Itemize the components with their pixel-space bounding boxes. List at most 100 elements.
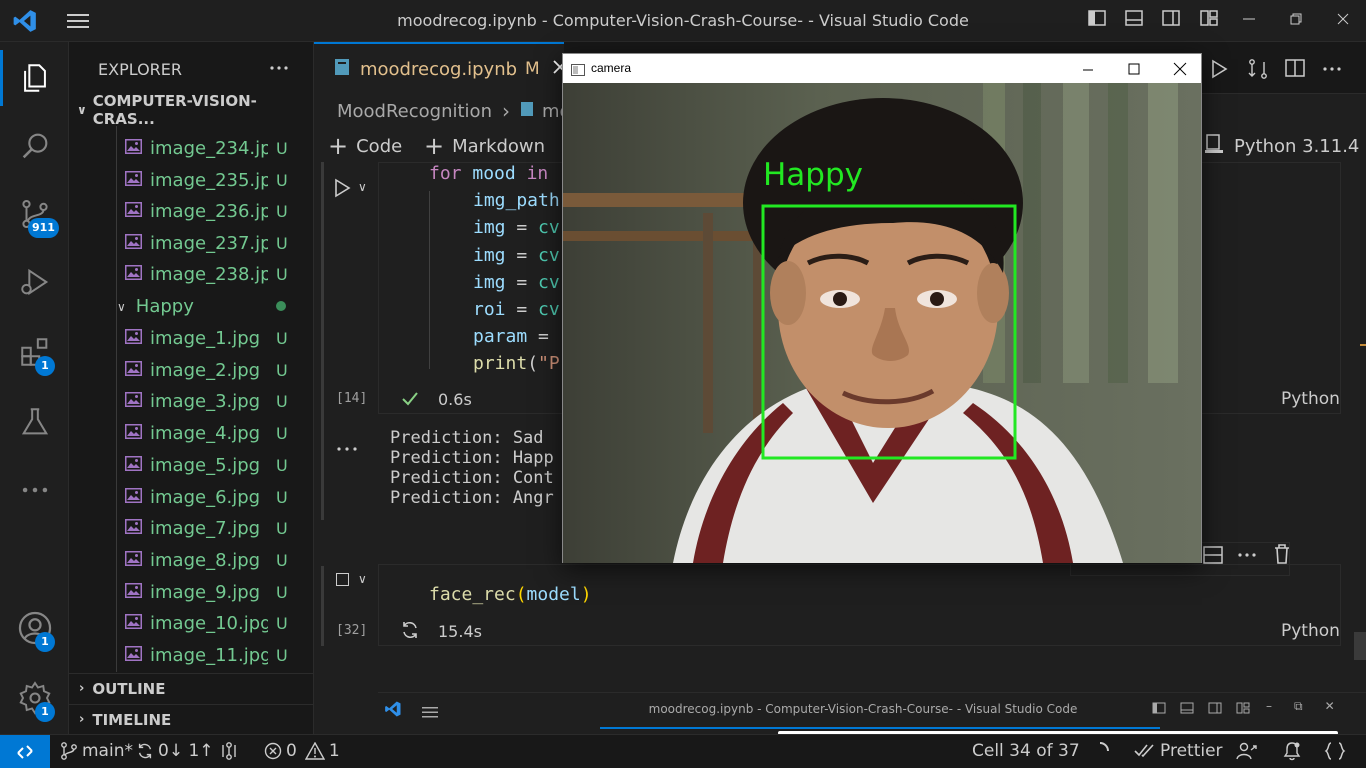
- status-bar: main* 0↓ 1↑ 0 1 Cell 34 of 37 Prettier: [0, 734, 1366, 768]
- image-file-icon: [125, 201, 142, 222]
- file-item[interactable]: image_238.jpg U: [69, 259, 313, 290]
- camera-title-bar[interactable]: camera: [563, 54, 1201, 83]
- image-file-icon: [125, 233, 142, 254]
- file-item[interactable]: image_8.jpg U: [69, 545, 313, 576]
- file-item[interactable]: image_4.jpg U: [69, 418, 313, 449]
- source-control-icon[interactable]: 911: [0, 186, 69, 242]
- camera-window[interactable]: camera Happy: [562, 53, 1202, 563]
- scrollbar-thumb[interactable]: [1354, 632, 1366, 660]
- toggle-panel-icon[interactable]: [1121, 8, 1147, 34]
- branch-indicator[interactable]: main*: [60, 741, 133, 761]
- add-code-button[interactable]: + Code: [328, 132, 402, 160]
- file-item[interactable]: image_3.jpg U: [69, 386, 313, 417]
- file-item[interactable]: image_9.jpg U: [69, 577, 313, 608]
- running-sync-icon: [400, 620, 420, 644]
- file-status: U: [276, 614, 288, 634]
- testing-icon[interactable]: [0, 394, 69, 450]
- toggle-secondary-sidebar-icon[interactable]: [1158, 8, 1184, 34]
- cell-language[interactable]: Python: [1281, 389, 1340, 409]
- outline-section[interactable]: › OUTLINE: [69, 673, 313, 703]
- camera-maximize-icon[interactable]: [1127, 61, 1141, 80]
- code-line: print("P: [473, 353, 560, 374]
- cell-language[interactable]: Python: [1281, 621, 1340, 641]
- file-item[interactable]: image_6.jpg U: [69, 482, 313, 513]
- live-share-icon[interactable]: [1236, 741, 1258, 761]
- remote-icon: [17, 745, 33, 759]
- chevron-down-icon[interactable]: ∨: [358, 572, 367, 586]
- timeline-section[interactable]: › TIMELINE: [69, 704, 313, 734]
- explorer-more-icon[interactable]: [267, 56, 291, 80]
- image-file-icon: [125, 645, 142, 666]
- minimize-icon[interactable]: [1236, 8, 1262, 34]
- tab-moodrecog[interactable]: moodrecog.ipynb M: [314, 42, 567, 94]
- accounts-icon[interactable]: 1: [0, 600, 69, 656]
- accounts-badge: 1: [35, 632, 55, 652]
- run-all-icon[interactable]: [1208, 58, 1230, 84]
- split-editor-icon[interactable]: [1284, 57, 1306, 83]
- chevron-down-icon[interactable]: ∨: [358, 180, 367, 194]
- run-cell-icon[interactable]: [332, 178, 352, 202]
- file-item[interactable]: image_2.jpg U: [69, 355, 313, 386]
- exec-time: 15.4s: [438, 622, 482, 641]
- toggle-primary-sidebar-icon[interactable]: [1084, 8, 1110, 34]
- webcam-frame-image: [563, 83, 1201, 563]
- braces-icon[interactable]: [1324, 741, 1346, 761]
- output-line: Prediction: Happ: [390, 448, 554, 468]
- file-item[interactable]: image_237.jpg U: [69, 228, 313, 259]
- prettier-indicator[interactable]: Prettier: [1134, 741, 1223, 761]
- camera-minimize-icon[interactable]: [1081, 62, 1095, 81]
- output-more-icon[interactable]: [336, 438, 358, 457]
- file-item[interactable]: image_1.jpg U: [69, 323, 313, 354]
- manage-badge: 1: [35, 702, 55, 722]
- camera-close-icon[interactable]: [1173, 61, 1187, 80]
- more-views-icon[interactable]: [0, 462, 69, 518]
- secondary-vscode-window[interactable]: moodrecog.ipynb - Computer-Vision-Crash-…: [378, 692, 1366, 735]
- file-item[interactable]: image_236.jpg U: [69, 196, 313, 227]
- file-status: U: [276, 392, 288, 412]
- compare-icon[interactable]: [1246, 57, 1270, 85]
- error-icon: [264, 742, 282, 760]
- notifications-bell-icon[interactable]: [1282, 741, 1302, 761]
- problems-indicator[interactable]: 0 1: [264, 741, 340, 761]
- editor-more-icon[interactable]: [1320, 57, 1344, 85]
- remote-indicator[interactable]: [0, 735, 50, 768]
- file-name: image_236.jpg: [150, 201, 268, 223]
- file-name: image_237.jpg: [150, 232, 268, 254]
- file-item[interactable]: image_10.jpg U: [69, 608, 313, 639]
- image-file-icon: [125, 360, 142, 381]
- check-icon: [400, 389, 420, 413]
- file-item[interactable]: image_11.jpg U: [69, 640, 313, 671]
- add-markdown-button[interactable]: + Markdown: [424, 132, 545, 160]
- extensions-icon[interactable]: 1: [0, 324, 69, 380]
- file-item[interactable]: image_234.jpg U: [69, 133, 313, 164]
- code-line: img = cv: [473, 245, 560, 266]
- graph-indicator[interactable]: [220, 741, 238, 761]
- file-item[interactable]: image_5.jpg U: [69, 450, 313, 481]
- run-debug-icon[interactable]: [0, 254, 69, 310]
- title-bar: moodrecog.ipynb - Computer-Vision-Crash-…: [0, 0, 1366, 42]
- file-item[interactable]: image_7.jpg U: [69, 513, 313, 544]
- image-file-icon: [125, 518, 142, 539]
- explorer-sidebar: EXPLORER ∨ COMPUTER-VISION-CRAS... image…: [69, 42, 314, 734]
- minimap-marker: [1360, 344, 1366, 346]
- mini-window-controls: – ⧉ ✕: [1266, 699, 1335, 713]
- file-item[interactable]: image_235.jpg U: [69, 165, 313, 196]
- image-file-icon: [125, 455, 142, 476]
- cell-position[interactable]: Cell 34 of 37: [972, 741, 1080, 761]
- chevron-right-icon: ›: [79, 681, 85, 696]
- search-icon[interactable]: [0, 118, 69, 174]
- manage-gear-icon[interactable]: 1: [0, 670, 69, 726]
- folder-happy[interactable]: ∨ Happy: [69, 291, 313, 322]
- kernel-picker[interactable]: Python 3.11.4: [1204, 133, 1359, 160]
- workspace-folder-header[interactable]: ∨ COMPUTER-VISION-CRAS...: [69, 92, 313, 128]
- breadcrumb: MoodRecognition › mo: [337, 99, 571, 123]
- sync-indicator[interactable]: 0↓ 1↑: [136, 741, 214, 761]
- file-name: image_6.jpg: [150, 486, 261, 508]
- code-line: img = cv: [473, 217, 560, 238]
- code-cell-2[interactable]: face_rec(model) Python: [378, 564, 1341, 646]
- explorer-icon[interactable]: [0, 50, 69, 106]
- code-line: img = cv: [473, 272, 560, 293]
- restore-icon[interactable]: [1283, 8, 1309, 34]
- close-icon[interactable]: [1330, 8, 1356, 34]
- customize-layout-icon[interactable]: [1196, 8, 1222, 34]
